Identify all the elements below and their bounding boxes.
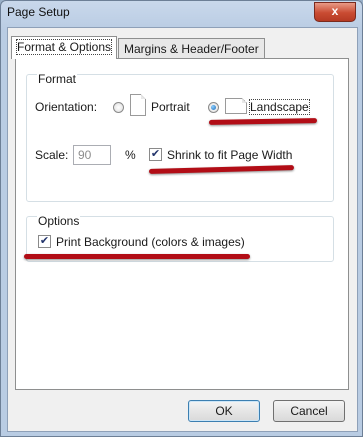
portrait-label[interactable]: Portrait <box>151 100 190 114</box>
tab-panel: Format Orientation: Portrait Landscape S… <box>15 58 349 390</box>
title-bar: Page Setup x <box>1 1 362 25</box>
annotation-underline-landscape <box>208 118 318 125</box>
portrait-page-icon <box>130 94 146 116</box>
window-title: Page Setup <box>7 5 70 19</box>
orientation-label: Orientation: <box>35 100 98 114</box>
print-background-label[interactable]: Print Background (colors & images) <box>56 235 245 249</box>
format-group: Format Orientation: Portrait Landscape S… <box>26 72 334 202</box>
tab-margins-label: Margins & Header/Footer <box>124 42 259 56</box>
cancel-button[interactable]: Cancel <box>273 400 345 422</box>
dialog-body: Format & Options Margins & Header/Footer… <box>7 27 358 432</box>
page-setup-window: Page Setup x Format & Options Margins & … <box>0 0 363 437</box>
shrink-to-fit-label[interactable]: Shrink to fit Page Width <box>167 148 292 162</box>
tab-margins-header-footer[interactable]: Margins & Header/Footer <box>118 38 265 58</box>
landscape-radio[interactable] <box>208 102 219 113</box>
scale-input[interactable]: 90 <box>73 145 111 165</box>
scale-label: Scale: <box>35 148 69 162</box>
options-group-title: Options <box>37 214 81 228</box>
percent-label: % <box>125 148 136 162</box>
landscape-page-icon <box>225 98 247 114</box>
annotation-underline-shrink <box>148 165 295 174</box>
close-button[interactable]: x <box>314 2 356 22</box>
shrink-to-fit-checkbox[interactable]: ✔ <box>149 148 162 161</box>
landscape-label[interactable]: Landscape <box>249 99 310 115</box>
format-group-title: Format <box>37 72 78 86</box>
tab-format-options[interactable]: Format & Options <box>11 36 118 59</box>
options-group: Options ✔ Print Background (colors & ima… <box>24 214 334 262</box>
ok-button[interactable]: OK <box>188 400 260 422</box>
portrait-radio[interactable] <box>113 102 124 113</box>
annotation-underline-print-background <box>24 254 250 259</box>
tab-format-options-label: Format & Options <box>15 39 113 55</box>
print-background-checkbox[interactable]: ✔ <box>38 235 51 248</box>
